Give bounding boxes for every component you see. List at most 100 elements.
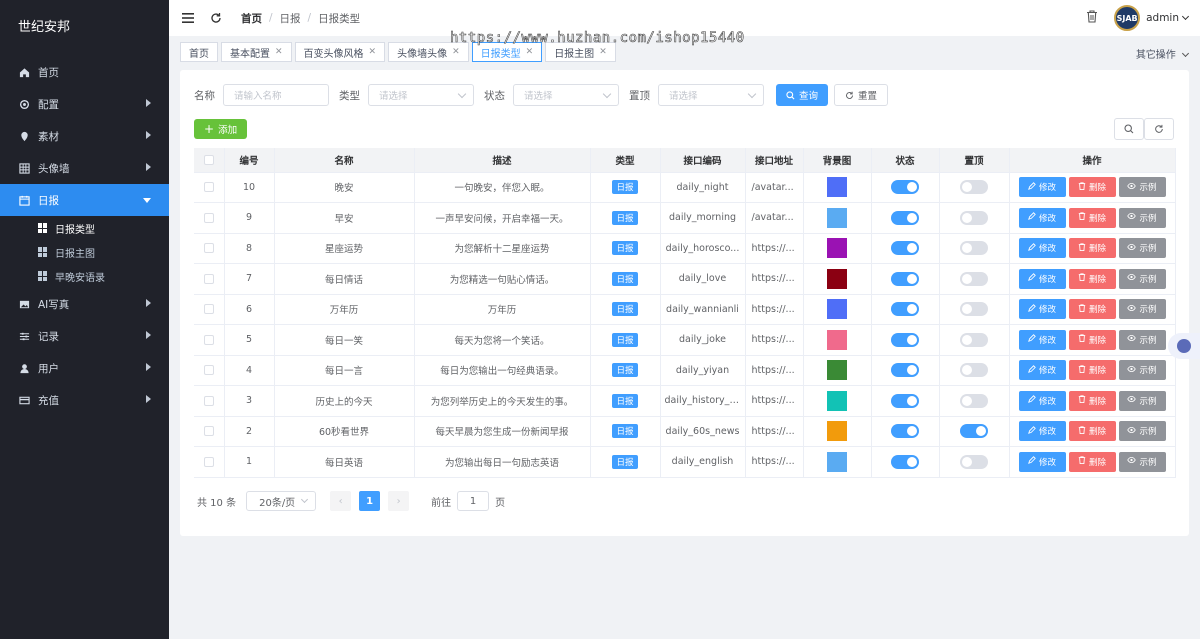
toggle-search-button[interactable] [1114, 118, 1144, 140]
delete-button[interactable]: 删除 [1068, 238, 1116, 259]
background-image-thumb[interactable] [827, 451, 847, 472]
tab-0[interactable]: 首页 [180, 42, 218, 62]
sidebar-item-2[interactable]: 素材 [0, 120, 169, 152]
row-checkbox[interactable] [203, 273, 214, 284]
type-filter-select[interactable]: 请选择 [368, 84, 474, 106]
top-toggle[interactable] [960, 393, 988, 408]
edit-button[interactable]: 修改 [1018, 299, 1066, 320]
name-filter-input[interactable]: 请输入名称 [223, 84, 329, 106]
row-checkbox[interactable] [203, 395, 214, 406]
user-name[interactable]: admin [1146, 12, 1179, 24]
sidebar-item-0[interactable]: 首页 [0, 56, 169, 88]
header-url[interactable]: 接口地址 [745, 148, 804, 173]
tab-1[interactable]: 基本配置 ✕ [221, 42, 292, 62]
example-button[interactable]: 示例 [1118, 360, 1166, 381]
sidebar-subitem-1[interactable]: 日报主图 [0, 240, 169, 264]
edit-button[interactable]: 修改 [1018, 421, 1066, 442]
top-toggle[interactable] [960, 241, 988, 256]
goto-page-input[interactable]: 1 [457, 491, 490, 511]
top-filter-select[interactable]: 请选择 [658, 84, 764, 106]
refresh-table-button[interactable] [1144, 118, 1174, 140]
sidebar-item-7[interactable]: 用户 [0, 352, 169, 384]
sidebar-item-6[interactable]: 记录 [0, 320, 169, 352]
close-icon[interactable]: ✕ [526, 47, 534, 57]
reset-button[interactable]: 重置 [834, 84, 889, 106]
background-image-thumb[interactable] [827, 177, 847, 198]
top-toggle[interactable] [960, 210, 988, 225]
row-checkbox[interactable] [203, 212, 214, 223]
header-background[interactable]: 背景图 [803, 148, 872, 173]
example-button[interactable]: 示例 [1118, 177, 1166, 198]
header-status[interactable]: 状态 [871, 148, 940, 173]
background-image-thumb[interactable] [827, 390, 847, 411]
delete-button[interactable]: 删除 [1068, 451, 1116, 472]
page-number-button[interactable]: 1 [359, 491, 381, 511]
close-icon[interactable]: ✕ [369, 47, 377, 57]
trash-icon[interactable] [1086, 10, 1098, 26]
header-top[interactable]: 置顶 [939, 148, 1010, 173]
edit-button[interactable]: 修改 [1018, 451, 1066, 472]
status-toggle[interactable] [891, 271, 919, 286]
status-toggle[interactable] [891, 393, 919, 408]
sidebar-item-8[interactable]: 充值 [0, 384, 169, 416]
add-button[interactable]: + 添加 [194, 119, 248, 139]
menu-toggle-icon[interactable] [177, 7, 199, 29]
delete-button[interactable]: 删除 [1068, 207, 1116, 228]
other-ops-dropdown[interactable]: 其它操作 [1136, 46, 1190, 61]
example-button[interactable]: 示例 [1118, 329, 1166, 350]
edit-button[interactable]: 修改 [1018, 238, 1066, 259]
search-button[interactable]: 查询 [776, 84, 829, 106]
edit-button[interactable]: 修改 [1018, 390, 1066, 411]
top-toggle[interactable] [960, 332, 988, 347]
delete-button[interactable]: 删除 [1068, 421, 1116, 442]
background-image-thumb[interactable] [827, 360, 847, 381]
row-checkbox[interactable] [203, 426, 214, 437]
header-desc[interactable]: 描述 [414, 148, 591, 173]
sidebar-item-3[interactable]: 头像墙 [0, 152, 169, 184]
background-image-thumb[interactable] [827, 329, 847, 350]
sidebar-subitem-2[interactable]: 早晚安语录 [0, 264, 169, 288]
delete-button[interactable]: 删除 [1068, 268, 1116, 289]
status-toggle[interactable] [891, 363, 919, 378]
next-page-button[interactable]: › [388, 491, 410, 511]
header-type[interactable]: 类型 [590, 148, 661, 173]
edit-button[interactable]: 修改 [1018, 360, 1066, 381]
top-toggle[interactable] [960, 302, 988, 317]
close-icon[interactable]: ✕ [599, 47, 607, 57]
breadcrumb-daily[interactable]: 日报 [280, 11, 301, 26]
status-toggle[interactable] [891, 424, 919, 439]
delete-button[interactable]: 删除 [1068, 360, 1116, 381]
edit-button[interactable]: 修改 [1018, 268, 1066, 289]
status-toggle[interactable] [891, 241, 919, 256]
close-icon[interactable]: ✕ [452, 47, 460, 57]
background-image-thumb[interactable] [827, 268, 847, 289]
refresh-icon[interactable] [205, 7, 227, 29]
row-checkbox[interactable] [203, 365, 214, 376]
status-toggle[interactable] [891, 302, 919, 317]
example-button[interactable]: 示例 [1118, 268, 1166, 289]
tab-2[interactable]: 百变头像风格 ✕ [294, 42, 386, 62]
background-image-thumb[interactable] [827, 421, 847, 442]
floating-assistant-button[interactable] [1168, 333, 1200, 359]
example-button[interactable]: 示例 [1118, 299, 1166, 320]
row-checkbox[interactable] [203, 304, 214, 315]
sidebar-item-5[interactable]: AI写真 [0, 288, 169, 320]
top-toggle[interactable] [960, 454, 988, 469]
example-button[interactable]: 示例 [1118, 238, 1166, 259]
row-checkbox[interactable] [203, 334, 214, 345]
example-button[interactable]: 示例 [1118, 421, 1166, 442]
delete-button[interactable]: 删除 [1068, 329, 1116, 350]
row-checkbox[interactable] [203, 456, 214, 467]
delete-button[interactable]: 删除 [1068, 390, 1116, 411]
row-checkbox[interactable] [203, 182, 214, 193]
status-toggle[interactable] [891, 180, 919, 195]
status-toggle[interactable] [891, 332, 919, 347]
close-icon[interactable]: ✕ [275, 47, 283, 57]
header-name[interactable]: 名称 [274, 148, 415, 173]
row-checkbox[interactable] [203, 243, 214, 254]
delete-button[interactable]: 删除 [1068, 299, 1116, 320]
status-toggle[interactable] [891, 454, 919, 469]
example-button[interactable]: 示例 [1118, 451, 1166, 472]
page-size-select[interactable]: 20条/页 [246, 491, 317, 511]
prev-page-button[interactable]: ‹ [330, 491, 352, 511]
